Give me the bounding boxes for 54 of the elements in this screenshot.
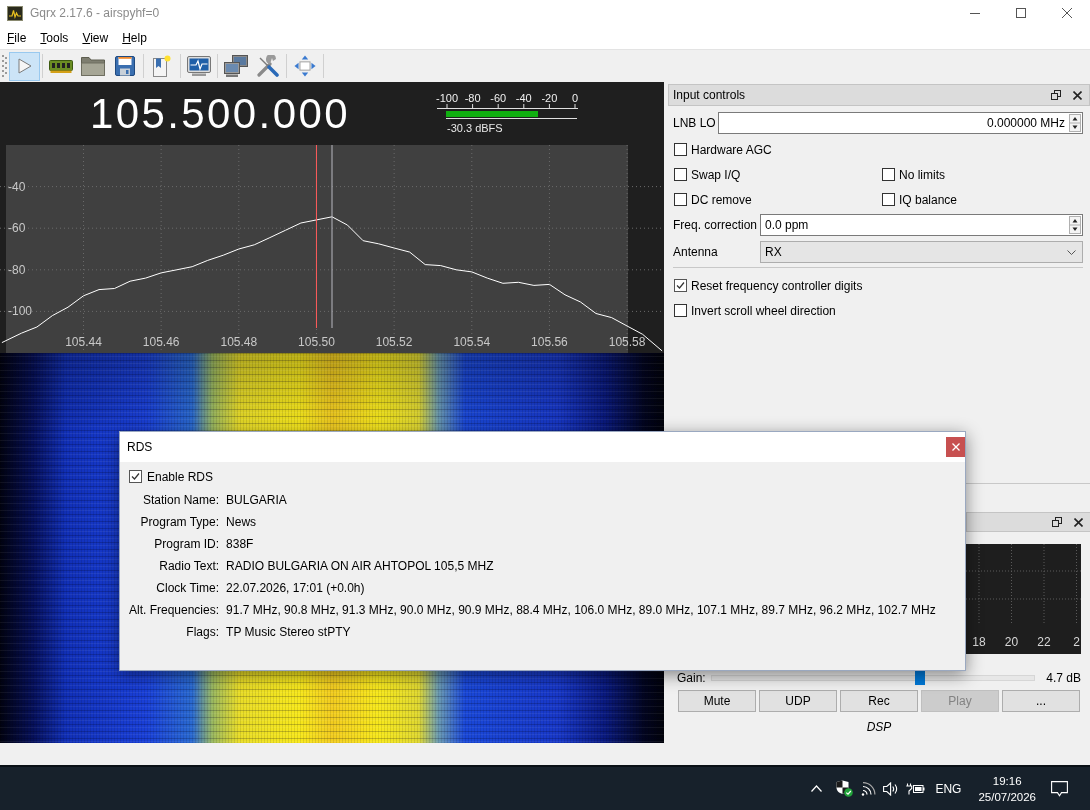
meter-scale-label: -20 [541,92,558,104]
field-value: 22.07.2026, 17:01 (+0.0h) [226,581,366,595]
x-axis-label: 105.48 [220,335,258,349]
window-title: Gqrx 2.17.6 - airspyhf=0 [30,6,160,20]
field-label: Alt. Frequencies: [129,603,220,617]
x-axis-label: 105.44 [65,335,102,349]
x-axis-label: 105.50 [298,335,335,349]
y-axis-label: -100 [8,304,33,319]
gain-label: Gain: [677,671,706,685]
x-axis-label: 105.54 [453,335,491,349]
dock-title: Input controls [673,88,747,102]
gain-reading: 4.7 dB [1046,671,1081,685]
field-label: Antenna [673,245,719,259]
field-label: Station Name: [142,493,220,507]
x-axis-label: 105.56 [531,335,568,349]
dialog-title: RDS [127,440,154,454]
meter-scale-label: -60 [490,92,507,104]
field-value: News [226,515,258,529]
x-axis-label: 18 [972,635,986,649]
x-axis-label: 105.46 [142,335,180,349]
field-value: BULGARIA [226,493,288,507]
field-label: Clock Time: [155,581,220,595]
y-axis-label: -60 [8,221,26,236]
field-value: 91.7 MHz, 90.8 MHz, 91.3 MHz, 90.0 MHz, 90.9 MHz, 88.4 MHz, 106.0 MHz, 89.0 MHz, 107.1 MHz, 89.7 MHz, 96.2 MHz, 102.7 MHz [226,603,937,617]
x-axis-label: 105.58 [608,335,646,349]
x-axis-label: 2 [1073,635,1080,649]
checkbox-label: Hardware AGC [691,142,772,157]
checkbox-label: IQ balance [899,192,958,207]
field-label: Program Type: [139,515,220,529]
x-axis-label: 105.52 [375,335,413,349]
checkbox-label: DC remove [691,192,752,207]
checkbox-label: Reset frequency controller digits [691,278,863,293]
y-axis-label: -40 [8,179,26,194]
signal-level-reading: -30.3 dBFS [447,122,504,134]
field-label: Freq. correction [673,218,759,232]
x-axis-label: 20 [1004,635,1019,649]
checkbox-label: No limits [899,167,945,182]
y-axis-label: -80 [8,262,26,277]
field-label: Program ID: [153,537,220,551]
field-value: 838F [226,537,255,551]
field-label: LNB LO [673,116,717,130]
field-label: Radio Text: [158,559,220,573]
checkbox-label: Invert scroll wheel direction [691,303,836,318]
meter-scale-label: -40 [515,92,532,104]
meter-scale-label: -80 [464,92,481,104]
meter-scale-label: -100 [436,92,458,104]
x-axis-label: 22 [1037,635,1051,649]
checkbox-label: Enable RDS [147,469,214,484]
field-label: Flags: [185,625,220,639]
section-label: DSP [866,720,892,734]
checkbox-label: Swap I/Q [691,167,741,182]
field-value: TP Music Stereo stPTY [226,625,352,639]
field-value: RADIO BULGARIA ON AIR AHTOPOL 105,5 MHZ [226,559,495,573]
meter-scale-label: 0 [571,92,579,104]
